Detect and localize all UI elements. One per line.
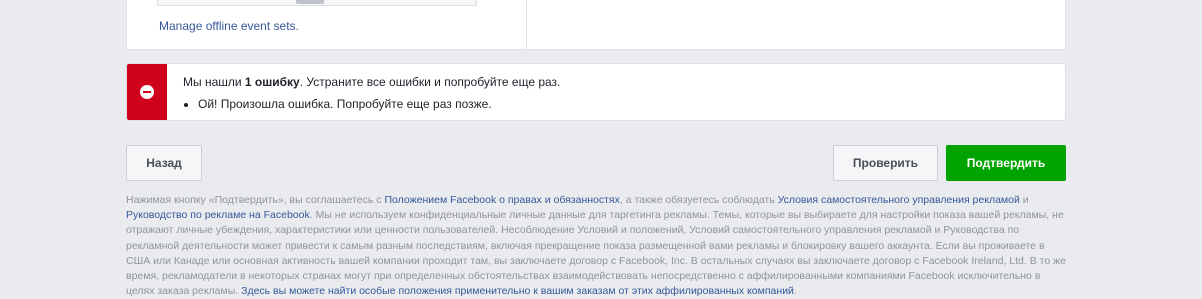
legal-text: . [793,285,797,298]
error-icon [140,85,154,99]
error-summary-pre: Мы нашли [183,75,245,89]
error-stripe [127,64,167,120]
review-button[interactable]: Проверить [833,145,938,181]
advertising-policies-link[interactable]: Руководство по рекламе на Facebook [126,209,310,221]
legal-text: и [1019,194,1029,206]
panel-control-handle [296,0,324,4]
offline-events-panel: Manage offline event sets. [126,0,1066,50]
confirm-button[interactable]: Подтвердить [946,145,1066,181]
legal-text: , а также обязуетесь соблюдать [619,194,778,206]
self-serve-ad-terms-link[interactable]: Условия самостоятельного управления рекл… [778,194,1020,206]
affiliate-terms-link[interactable]: Здесь вы можете найти особые положения п… [241,285,794,297]
legal-disclaimer: Нажимая кнопку «Подтвердить», вы соглаша… [126,193,1068,299]
error-list-item: Ой! Произошла ошибка. Попробуйте еще раз… [198,97,492,111]
error-count: 1 ошибку [244,75,300,89]
error-summary: Мы нашли 1 ошибку. Устраните все ошибки … [183,75,560,89]
panel-control-stub [157,0,477,6]
error-message-box: Мы нашли 1 ошибку. Устраните все ошибки … [126,63,1066,121]
rights-responsibilities-link[interactable]: Положением Facebook о правах и обязаннос… [384,194,619,206]
error-summary-post: . Устраните все ошибки и попробуйте еще … [299,75,561,89]
legal-text: Нажимая кнопку «Подтвердить», вы соглаша… [126,194,385,206]
panel-divider [526,0,527,50]
back-button[interactable]: Назад [126,145,202,181]
error-list: Ой! Произошла ошибка. Попробуйте еще раз… [183,97,492,111]
manage-offline-event-sets-link[interactable]: Manage offline event sets. [159,19,299,33]
